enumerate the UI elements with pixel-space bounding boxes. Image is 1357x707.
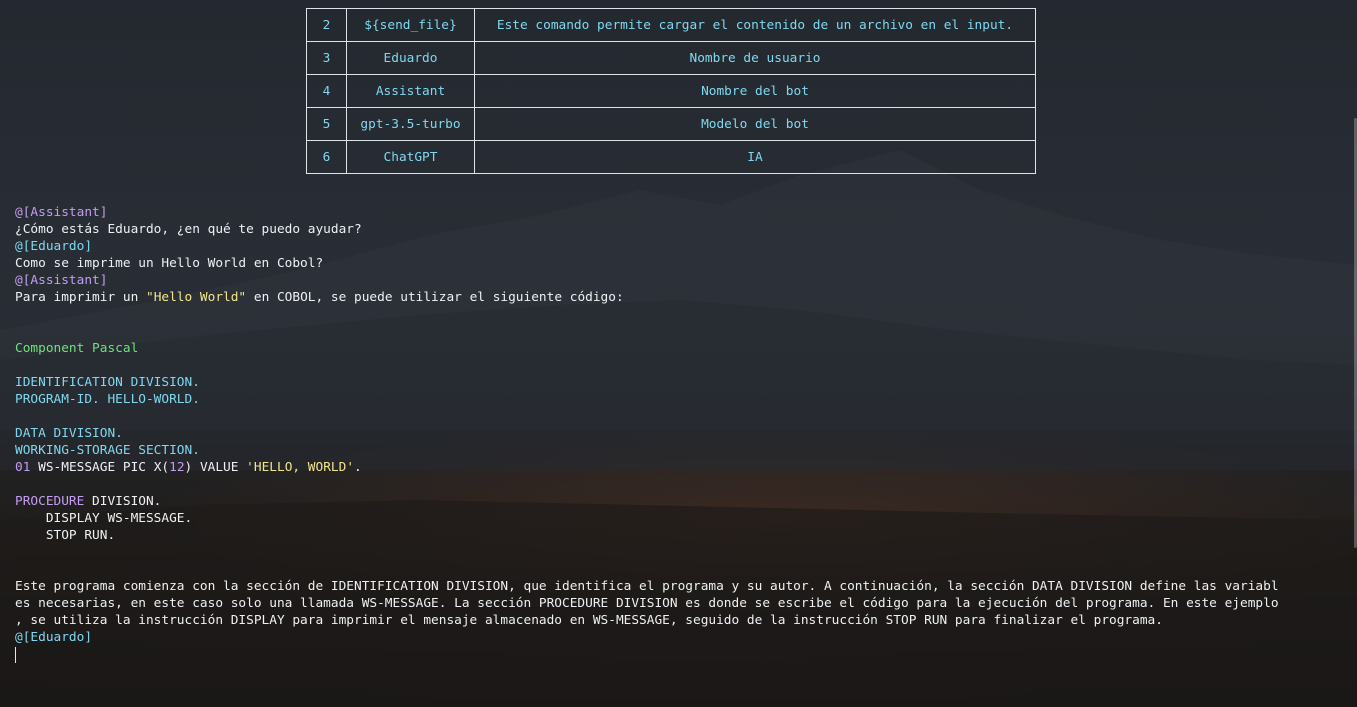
code-line: IDENTIFICATION DIVISION. <box>15 375 200 390</box>
row-key: ${send_file} <box>346 8 475 42</box>
row-description: Modelo del bot <box>474 107 1036 141</box>
message-string: "Hello World" <box>145 290 247 305</box>
assistant-explanation: , se utiliza la instrucción DISPLAY para… <box>15 613 1163 628</box>
assistant-message: Para imprimir un "Hello World" en COBOL,… <box>15 289 624 306</box>
row-description: Nombre del bot <box>474 74 1036 108</box>
code-line: DISPLAY WS-MESSAGE. <box>15 511 193 526</box>
row-key: Assistant <box>346 74 475 108</box>
code-text: WS-MESSAGE PIC X( <box>30 460 170 475</box>
code-text: DIVISION. <box>84 494 162 509</box>
assistant-speaker-tag: @[Assistant] <box>15 273 108 288</box>
row-key: gpt-3.5-turbo <box>346 107 475 141</box>
row-description: Nombre de usuario <box>474 41 1036 75</box>
commands-table: 2 ${send_file} Este comando permite carg… <box>306 8 1036 174</box>
row-description: IA <box>474 140 1036 174</box>
table-row: 5 gpt-3.5-turbo Modelo del bot <box>306 107 1036 141</box>
assistant-message: ¿Cómo estás Eduardo, ¿en qué te puedo ay… <box>15 222 362 237</box>
user-message: Como se imprime un Hello World en Cobol? <box>15 256 324 271</box>
table-row: 6 ChatGPT IA <box>306 140 1036 174</box>
code-line: 01 WS-MESSAGE PIC X(12) VALUE 'HELLO, WO… <box>15 459 362 476</box>
row-number: 4 <box>306 74 347 108</box>
message-text: en COBOL, se puede utilizar el siguiente… <box>246 290 624 305</box>
row-number: 3 <box>306 41 347 75</box>
code-line: PROCEDURE DIVISION. <box>15 493 161 510</box>
assistant-explanation: Este programa comienza con la sección de… <box>15 579 1279 594</box>
assistant-explanation: es necesarias, en este caso solo una lla… <box>15 596 1279 611</box>
user-prompt-tag: @[Eduardo] <box>15 630 93 645</box>
row-key: ChatGPT <box>346 140 475 174</box>
code-keyword: PROCEDURE <box>15 494 85 509</box>
code-language-label: Component Pascal <box>15 341 139 356</box>
code-line: DATA DIVISION. <box>15 426 123 441</box>
code-line: WORKING-STORAGE SECTION. <box>15 443 200 458</box>
user-speaker-tag: @[Eduardo] <box>15 239 93 254</box>
table-row: 4 Assistant Nombre del bot <box>306 74 1036 108</box>
table-row: 3 Eduardo Nombre de usuario <box>306 41 1036 75</box>
row-number: 2 <box>306 8 347 42</box>
code-line: STOP RUN. <box>15 528 116 543</box>
terminal-output: 2 ${send_file} Este comando permite carg… <box>0 0 1357 707</box>
message-text: Para imprimir un <box>15 290 146 305</box>
code-line: PROGRAM-ID. HELLO-WORLD. <box>15 392 200 407</box>
code-text: ) VALUE <box>184 460 247 475</box>
code-level-number: 01 <box>15 460 31 475</box>
table-row: 2 ${send_file} Este comando permite carg… <box>306 8 1036 42</box>
row-number: 5 <box>306 107 347 141</box>
code-number: 12 <box>169 460 185 475</box>
code-string: 'HELLO, WORLD' <box>246 460 355 475</box>
scrollbar[interactable] <box>1353 0 1357 707</box>
code-text: . <box>354 460 362 475</box>
row-description: Este comando permite cargar el contenido… <box>474 8 1036 42</box>
input-cursor[interactable] <box>15 647 16 663</box>
assistant-speaker-tag: @[Assistant] <box>15 205 108 220</box>
row-number: 6 <box>306 140 347 174</box>
row-key: Eduardo <box>346 41 475 75</box>
